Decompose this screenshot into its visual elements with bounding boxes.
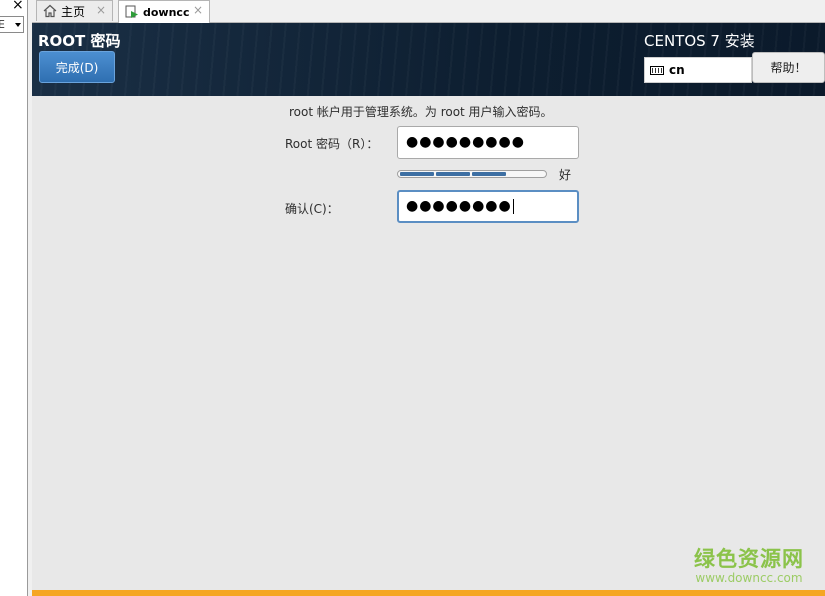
close-tab-icon[interactable]: ×: [96, 3, 106, 17]
side-panel: × E: [0, 0, 28, 596]
strength-segment: [436, 172, 470, 176]
confirm-password-label: 确认(C)：: [285, 202, 339, 216]
keyboard-layout-indicator[interactable]: cn: [644, 57, 752, 83]
product-name: CENTOS 7 安装: [644, 32, 755, 50]
watermark-url: www.downcc.com: [695, 571, 803, 585]
strength-segment: [400, 172, 434, 176]
password-form: root 帐户用于管理系统。为 root 用户输入密码。 Root 密码（R）：…: [32, 96, 825, 590]
done-button[interactable]: 完成(D): [39, 51, 115, 83]
root-password-label: Root 密码（R）：: [285, 137, 379, 151]
tab-home-label: 主页: [61, 4, 86, 19]
side-dropdown[interactable]: E: [0, 16, 24, 33]
vm-icon: [125, 5, 139, 19]
strength-segment: [472, 172, 506, 176]
tab-home[interactable]: 主页 ×: [36, 0, 113, 21]
tab-downcc-label: downcc: [143, 5, 190, 19]
page-title: ROOT 密码: [38, 32, 121, 50]
close-tab-icon[interactable]: ×: [193, 3, 203, 17]
home-icon: [43, 4, 57, 18]
text-caret: [512, 198, 514, 214]
password-strength-text: 好: [559, 168, 572, 182]
side-dropdown-value: E: [0, 18, 5, 31]
chevron-down-icon: [15, 23, 21, 27]
confirm-password-input[interactable]: ●●●●●●●●: [397, 190, 579, 223]
root-password-input[interactable]: ●●●●●●●●●: [397, 126, 579, 159]
password-strength-fill: [400, 172, 506, 176]
keyboard-layout-label: cn: [669, 63, 685, 77]
password-strength-bar: [397, 170, 547, 178]
tab-downcc[interactable]: downcc ×: [118, 0, 210, 23]
watermark-logo-text: 绿色资源网: [694, 547, 804, 571]
watermark: 绿色资源网 www.downcc.com: [689, 543, 809, 585]
keyboard-icon: [650, 66, 664, 75]
close-icon[interactable]: ×: [12, 0, 24, 13]
tab-bar: 主页 × downcc ×: [32, 0, 825, 23]
confirm-password-value: ●●●●●●●●: [406, 198, 512, 214]
form-description: root 帐户用于管理系统。为 root 用户输入密码。: [289, 105, 553, 119]
help-button[interactable]: 帮助！: [752, 52, 825, 83]
installer-header: ROOT 密码 完成(D) CENTOS 7 安装 cn 帮助！: [32, 23, 825, 96]
warning-bar: [32, 590, 825, 596]
